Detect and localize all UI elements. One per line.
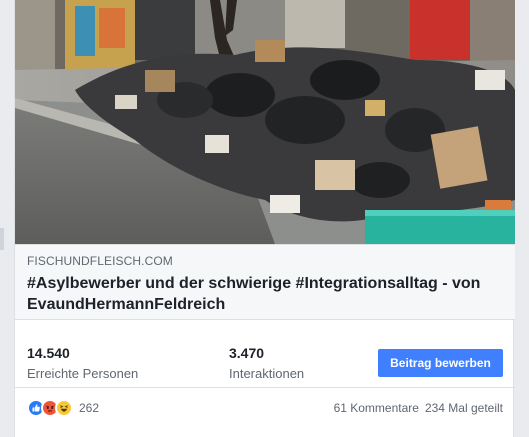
- link-title[interactable]: #Asylbewerber und der schwierige #Integr…: [27, 273, 503, 315]
- comments-count[interactable]: 61 Kommentare: [334, 401, 419, 415]
- engagement-value: 3.470: [229, 345, 265, 361]
- engagement-label: Interaktionen: [229, 366, 305, 381]
- post-insights: 14.540 Erreichte Personen 3.470 Interakt…: [15, 320, 515, 388]
- reaction-icons[interactable]: [27, 399, 73, 417]
- social-counts: 61 Kommentare 234 Mal geteilt: [334, 401, 503, 415]
- link-preview-text[interactable]: FISCHUNDFLEISCH.COM #Asylbewerber und de…: [15, 244, 515, 320]
- boost-post-button[interactable]: Beitrag bewerben: [378, 349, 503, 377]
- reach-metric: 14.540 Erreichte Personen: [27, 344, 138, 383]
- post-card: FISCHUNDFLEISCH.COM #Asylbewerber und de…: [14, 0, 515, 437]
- link-title-line-2: EvaundHermannFeldreich: [27, 296, 226, 313]
- rail-marker: [0, 228, 4, 250]
- engagement-metric: 3.470 Interaktionen: [229, 344, 304, 383]
- shares-count[interactable]: 234 Mal geteilt: [425, 401, 503, 415]
- haha-icon: [55, 399, 73, 417]
- link-domain: FISCHUNDFLEISCH.COM: [27, 254, 173, 268]
- reach-value: 14.540: [27, 345, 70, 361]
- link-title-line-1: #Asylbewerber und der schwierige #Integr…: [27, 275, 481, 292]
- reaction-count[interactable]: 262: [79, 401, 99, 415]
- page-left-rail: [0, 0, 14, 437]
- reach-label: Erreichte Personen: [27, 366, 139, 381]
- link-preview-image[interactable]: [15, 0, 515, 244]
- reactions-bar: 262 61 Kommentare 234 Mal geteilt: [15, 388, 515, 430]
